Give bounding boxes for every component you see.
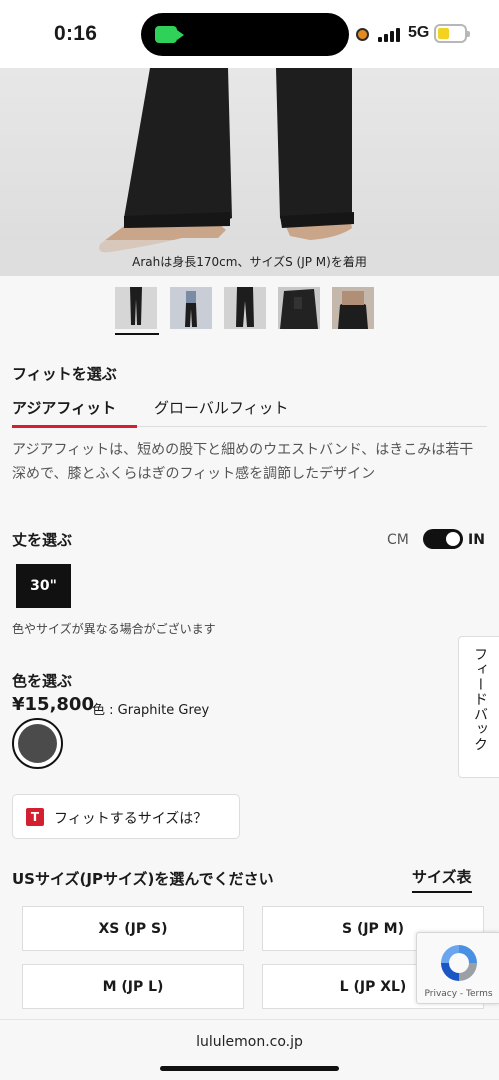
model-size-caption: Arahは身長170cm、サイズS (JP M)を着用 [132, 255, 367, 269]
product-image[interactable]: Arahは身長170cm、サイズS (JP M)を着用 [0, 68, 499, 276]
true-fit-icon: T [26, 808, 44, 826]
thumbnail-3[interactable] [224, 287, 266, 329]
color-prefix: 色 : [92, 703, 118, 718]
fit-description: アジアフィットは、短めの股下と細めのウエストバンド、はきこみは若干深めで、膝とふ… [12, 442, 474, 482]
thumbnail-1[interactable] [115, 287, 157, 329]
dynamic-island [141, 13, 349, 56]
size-option-m[interactable]: M (JP L) [22, 964, 244, 1009]
status-time: 0:16 [54, 22, 98, 45]
product-photo-legs [0, 68, 499, 276]
tab-global-fit[interactable]: グローバルフィット [154, 397, 289, 418]
thumbnail-4[interactable] [278, 287, 320, 329]
thumbnail-selected-indicator [115, 333, 159, 335]
fit-finder-label: フィットするサイズは？ [54, 811, 208, 827]
url-text[interactable]: lululemon.co.jp [0, 1034, 499, 1050]
recaptcha-privacy-terms[interactable]: Privacy - Terms [417, 989, 499, 999]
size-option-xs[interactable]: XS (JP S) [22, 906, 244, 951]
thumbnail-2[interactable] [170, 287, 212, 329]
unit-toggle-knob [446, 532, 460, 546]
facetime-icon [155, 26, 184, 43]
unit-cm-label[interactable]: CM [387, 532, 409, 548]
unit-in-label[interactable]: IN [468, 532, 485, 548]
color-section-title: 色を選ぶ [12, 672, 73, 690]
recaptcha-badge[interactable]: Privacy - Terms [416, 932, 499, 1004]
tab-asia-fit[interactable]: アジアフィット [12, 397, 116, 418]
thumbnail-5[interactable] [332, 287, 374, 329]
status-bar: 0:16 5G [0, 0, 499, 68]
home-indicator [160, 1066, 339, 1071]
fit-finder-button[interactable]: T フィットするサイズは？ [12, 794, 240, 839]
product-price: ¥15,800 [12, 694, 94, 715]
color-swatch-fill [18, 724, 57, 763]
color-name: Graphite Grey [117, 703, 210, 718]
network-type: 5G [408, 24, 430, 41]
unit-toggle[interactable] [423, 529, 463, 549]
thumbnail-strip [113, 287, 393, 335]
selected-color-label: 色 : Graphite Grey [92, 699, 209, 718]
fit-section-title: フィットを選ぶ [12, 365, 117, 383]
size-section-title: USサイズ(JPサイズ)を選んでください [12, 870, 274, 888]
active-tab-indicator [12, 425, 137, 428]
length-section-title: 丈を選ぶ [12, 531, 73, 549]
recaptcha-icon [441, 945, 477, 981]
color-swatch-graphite-grey[interactable] [12, 718, 63, 769]
feedback-label: フィードバック [472, 647, 488, 752]
recording-indicator-icon [356, 28, 369, 41]
browser-url-bar[interactable]: lululemon.co.jp [0, 1019, 499, 1080]
size-chart-link[interactable]: サイズ表 [412, 866, 472, 893]
feedback-tab[interactable]: フィードバック [458, 636, 499, 778]
battery-icon [434, 24, 470, 43]
length-option-30[interactable]: 30" [16, 564, 71, 608]
cellular-signal-icon [378, 27, 402, 42]
length-note: 色やサイズが異なる場合がございます [12, 622, 216, 636]
